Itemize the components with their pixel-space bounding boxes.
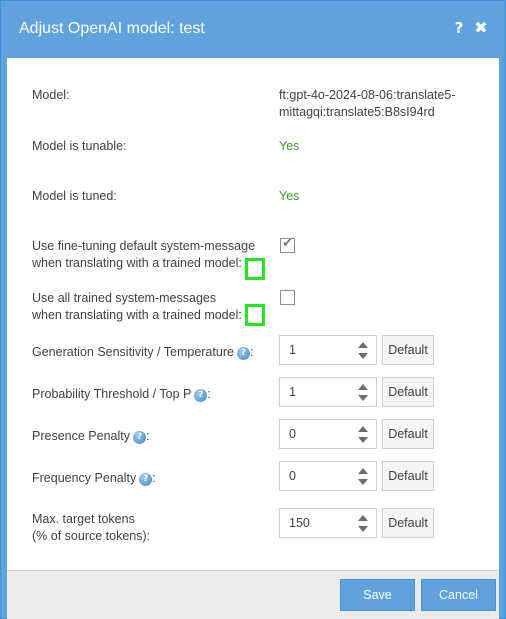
temperature-default-button[interactable]: Default	[382, 335, 434, 365]
top-p-default-button[interactable]: Default	[382, 377, 434, 407]
temperature-value: 1	[289, 343, 296, 357]
tuned-label: Model is tuned:	[32, 189, 117, 203]
help-icon[interactable]: ?	[450, 18, 468, 38]
tuned-value: Yes	[279, 189, 300, 203]
max-tokens-default-button[interactable]: Default	[382, 508, 434, 538]
model-value-line2: mittagqi:translate5:B8sI94rd	[279, 105, 435, 119]
model-label: Model:	[32, 88, 70, 102]
max-tokens-value: 150	[289, 516, 310, 530]
presence-value: 0	[289, 427, 296, 441]
spinner-up-icon[interactable]	[356, 424, 370, 434]
use-default-msg-line1: Use fine-tuning default system-message	[32, 239, 256, 253]
max-tokens-line1: Max. target tokens	[32, 512, 135, 526]
use-all-msgs-label: Use all trained system-messages when tra…	[32, 290, 242, 324]
use-all-msgs-line1: Use all trained system-messages	[32, 291, 217, 305]
frequency-input[interactable]: 0	[279, 461, 377, 491]
top-p-label-suffix: :	[207, 387, 211, 401]
help-icon[interactable]: ?	[139, 473, 153, 486]
use-default-msg-label: Use fine-tuning default system-message w…	[32, 238, 255, 272]
frequency-value: 0	[289, 469, 296, 483]
presence-label-text: Presence Penalty	[32, 429, 130, 443]
top-p-label: Probability Threshold / Top P?:	[32, 386, 211, 403]
dialog-body: Model: ft:gpt-4o-2024-08-06:translate5- …	[7, 58, 499, 570]
max-tokens-label: Max. target tokens (% of source tokens):	[32, 511, 150, 545]
help-icon[interactable]: ?	[132, 431, 146, 444]
dialog-title: Adjust OpenAI model: test	[19, 20, 205, 37]
spinner-down-icon[interactable]	[356, 351, 370, 361]
spinner-up-icon[interactable]	[356, 513, 370, 523]
highlight-marker	[245, 258, 265, 280]
temperature-input[interactable]: 1	[279, 335, 377, 365]
presence-label: Presence Penalty?:	[32, 428, 149, 445]
max-tokens-input[interactable]: 150	[279, 508, 377, 538]
help-icon[interactable]: ?	[236, 347, 250, 360]
frequency-label: Frequency Penalty?:	[32, 470, 156, 487]
use-default-msg-checkbox[interactable]: ✔	[280, 236, 295, 253]
frequency-default-button[interactable]: Default	[382, 461, 434, 491]
close-icon[interactable]: ✖	[472, 18, 490, 38]
temperature-label-suffix: :	[249, 345, 254, 359]
top-p-input[interactable]: 1	[279, 377, 377, 407]
spinner-down-icon[interactable]	[356, 435, 370, 445]
spinner-up-icon[interactable]	[356, 382, 370, 392]
spinner-up-icon[interactable]	[356, 340, 370, 350]
model-value: ft:gpt-4o-2024-08-06:translate5- mittagq…	[279, 87, 456, 121]
frequency-label-suffix: :	[152, 471, 156, 485]
spinner-down-icon[interactable]	[356, 524, 370, 534]
presence-label-suffix: :	[145, 429, 150, 443]
dialog-window: Adjust OpenAI model: test ? ✖ Model: ft:…	[0, 0, 506, 619]
frequency-label-text: Frequency Penalty	[32, 471, 137, 485]
help-icon[interactable]: ?	[194, 389, 208, 402]
top-p-label-text: Probability Threshold / Top P	[32, 387, 192, 401]
checkmark-icon: ✔	[282, 236, 293, 251]
temperature-label-text: Generation Sensitivity / Temperature	[32, 345, 234, 359]
temperature-label: Generation Sensitivity / Temperature?:	[32, 344, 253, 361]
use-all-msgs-checkbox[interactable]	[280, 290, 295, 305]
dialog-titlebar[interactable]: Adjust OpenAI model: test ? ✖	[1, 1, 505, 58]
max-tokens-line2: (% of source tokens):	[32, 529, 151, 543]
save-button[interactable]: Save	[340, 579, 415, 611]
dialog-footer: Save Cancel	[7, 570, 499, 619]
cancel-button[interactable]: Cancel	[421, 579, 496, 611]
spinner-down-icon[interactable]	[356, 393, 370, 403]
top-p-value: 1	[289, 385, 296, 399]
spinner-down-icon[interactable]	[356, 477, 370, 487]
tunable-value: Yes	[279, 139, 300, 153]
highlight-marker	[245, 304, 265, 326]
presence-input[interactable]: 0	[279, 419, 377, 449]
tunable-label: Model is tunable:	[32, 139, 127, 153]
use-default-msg-line2: when translating with a trained model:	[32, 256, 242, 270]
presence-default-button[interactable]: Default	[382, 419, 434, 449]
use-all-msgs-line2: when translating with a trained model:	[32, 308, 242, 322]
spinner-up-icon[interactable]	[356, 466, 370, 476]
model-value-line1: ft:gpt-4o-2024-08-06:translate5-	[279, 88, 456, 102]
